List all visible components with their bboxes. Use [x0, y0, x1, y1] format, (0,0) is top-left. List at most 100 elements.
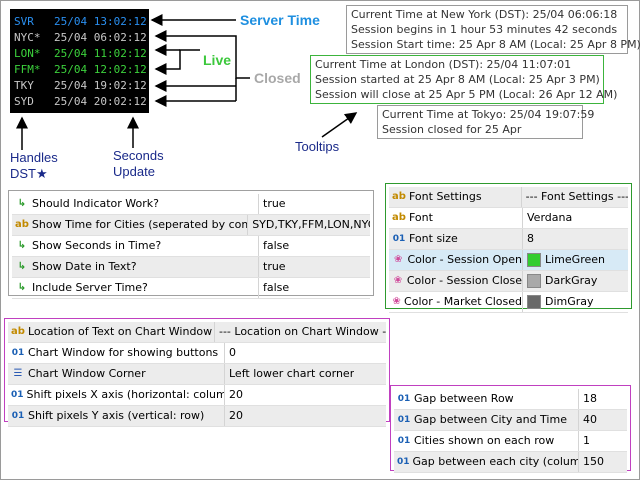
- color-swatch: [527, 274, 541, 288]
- numeric-01-icon: 01: [11, 390, 24, 400]
- setting-label: Cities shown on each row: [414, 434, 555, 447]
- settings-row[interactable]: 01 Gap between each city (column) 150: [394, 452, 627, 473]
- settings-row[interactable]: ↳ Show Date in Text? true: [12, 257, 370, 278]
- setting-name-cell: 01 Gap between Row: [394, 389, 579, 409]
- text-ab-icon: ab: [15, 219, 29, 230]
- settings-row[interactable]: 01 Chart Window for showing buttons 0: [8, 343, 386, 364]
- settings-table-font: ab Font Settings --- Font Settings --- ab Fo…: [385, 183, 632, 313]
- settings-row[interactable]: ❀ Color - Market Closed DimGray: [389, 292, 628, 313]
- settings-row[interactable]: 01 Gap between Row 18: [394, 389, 627, 410]
- setting-value-cell[interactable]: 8: [523, 229, 534, 249]
- setting-value-cell[interactable]: 150: [579, 452, 604, 472]
- numeric-01-icon: 01: [397, 457, 410, 467]
- settings-row[interactable]: ❀ Color - Session Open LimeGreen: [389, 250, 628, 271]
- setting-value-cell[interactable]: LimeGreen: [523, 250, 605, 270]
- settings-row[interactable]: ↳ Show Seconds in Time? false: [12, 236, 370, 257]
- numeric-01-icon: 01: [397, 394, 411, 404]
- setting-label: Color - Session Open: [407, 253, 522, 266]
- setting-value-cell[interactable]: 0: [225, 343, 236, 363]
- setting-value-cell[interactable]: false: [259, 236, 289, 256]
- setting-label: Chart Window for showing buttons: [28, 346, 219, 359]
- setting-value: Left lower chart corner: [229, 367, 355, 380]
- setting-label: Should Indicator Work?: [32, 197, 159, 210]
- numeric-01-icon: 01: [11, 348, 25, 358]
- setting-value: 0: [229, 346, 236, 359]
- setting-value: 8: [527, 232, 534, 245]
- setting-value: SYD,TKY,FFM,LON,NYC: [252, 218, 370, 231]
- text-ab-icon: ab: [392, 212, 406, 223]
- setting-value: --- Location on Chart Window ---: [218, 325, 386, 338]
- server-time-label: Server Time: [240, 12, 320, 28]
- tooltip-line: Session started at 25 Apr 8 AM (Local: 2…: [315, 73, 600, 86]
- setting-value: LimeGreen: [545, 253, 605, 266]
- handles-text: Handles: [10, 150, 58, 165]
- setting-value-cell[interactable]: 20: [225, 406, 243, 426]
- setting-value: false: [263, 281, 290, 294]
- setting-value: 1: [583, 434, 590, 447]
- text-ab-icon: ab: [11, 326, 25, 337]
- setting-label: Gap between City and Time: [414, 413, 567, 426]
- setting-label: Font: [409, 211, 433, 224]
- setting-value-cell[interactable]: 1: [579, 431, 590, 451]
- settings-row[interactable]: ab Location of Text on Chart Window --- Lo…: [8, 322, 386, 343]
- setting-name-cell: ↳ Include Server Time?: [12, 278, 259, 298]
- setting-label: Gap between each city (column): [412, 455, 579, 468]
- setting-value-cell[interactable]: SYD,TKY,FFM,LON,NYC: [248, 215, 370, 235]
- setting-value-cell[interactable]: true: [259, 257, 286, 277]
- settings-row[interactable]: 01 Shift pixels X axis (horizontal: colum…: [8, 385, 386, 406]
- boolean-arrow-icon: ↳: [17, 261, 27, 272]
- setting-name-cell: 01 Gap between City and Time: [394, 410, 579, 430]
- setting-value-cell[interactable]: Verdana: [523, 208, 572, 228]
- setting-value-cell[interactable]: DarkGray: [523, 271, 597, 291]
- setting-value: false: [263, 239, 290, 252]
- setting-value: 150: [583, 455, 604, 468]
- settings-row[interactable]: ❀ Color - Session Close DarkGray: [389, 271, 628, 292]
- boolean-arrow-icon: ↳: [17, 198, 27, 209]
- settings-row[interactable]: ab Font Settings --- Font Settings ---: [389, 187, 628, 208]
- setting-value: 40: [583, 413, 597, 426]
- setting-label: Show Date in Text?: [32, 260, 137, 273]
- settings-row[interactable]: ↳ Should Indicator Work? true: [12, 194, 370, 215]
- setting-value-cell[interactable]: 18: [579, 389, 597, 409]
- setting-label: Show Time for Cities (seperated by comma…: [31, 218, 247, 231]
- numeric-01-icon: 01: [392, 234, 406, 244]
- boolean-arrow-icon: ↳: [17, 282, 27, 293]
- setting-name-cell: ❀ Color - Market Closed: [389, 292, 523, 312]
- setting-label: Color - Market Closed: [404, 295, 522, 308]
- tooltip-line: Session begins in 1 hour 53 minutes 42 s…: [351, 23, 618, 36]
- setting-value: true: [263, 197, 286, 210]
- tooltip-tokyo: Current Time at Tokyo: 25/04 19:07:59 Ses…: [377, 105, 594, 139]
- setting-value: DarkGray: [545, 274, 598, 287]
- setting-value-cell[interactable]: true: [259, 194, 286, 214]
- setting-value: true: [263, 260, 286, 273]
- settings-row[interactable]: 01 Font size 8: [389, 229, 628, 250]
- setting-label: Show Seconds in Time?: [32, 239, 162, 252]
- setting-label: Font size: [409, 232, 458, 245]
- setting-value-cell[interactable]: --- Font Settings ---: [522, 187, 628, 207]
- settings-row[interactable]: 01 Shift pixels Y axis (vertical: row) 20: [8, 406, 386, 427]
- setting-name-cell: ab Font Settings: [389, 187, 522, 207]
- setting-label: Chart Window Corner: [28, 367, 146, 380]
- settings-row[interactable]: 01 Gap between City and Time 40: [394, 410, 627, 431]
- settings-row[interactable]: ↳ Include Server Time? false: [12, 278, 370, 299]
- setting-value-cell[interactable]: --- Location on Chart Window ---: [215, 322, 386, 342]
- settings-row[interactable]: ab Font Verdana: [389, 208, 628, 229]
- setting-name-cell: ab Font: [389, 208, 523, 228]
- setting-value-cell[interactable]: 20: [225, 385, 243, 405]
- tooltip-line: Current Time at London (DST): 25/04 11:0…: [315, 58, 572, 71]
- settings-row[interactable]: abShow Time for Cities (seperated by com…: [12, 215, 370, 236]
- settings-row[interactable]: ☰ Chart Window Corner Left lower chart cor…: [8, 364, 386, 385]
- setting-name-cell: 01 Chart Window for showing buttons: [8, 343, 225, 363]
- setting-value: 18: [583, 392, 597, 405]
- setting-name-cell: 01 Font size: [389, 229, 523, 249]
- setting-value-cell[interactable]: Left lower chart corner: [225, 364, 354, 384]
- setting-value-cell[interactable]: DimGray: [523, 292, 594, 312]
- setting-value-cell[interactable]: 40: [579, 410, 597, 430]
- settings-row[interactable]: 01 Cities shown on each row 1: [394, 431, 627, 452]
- settings-table-gap: 01 Gap between Row 18 01 Gap between City an…: [390, 385, 631, 473]
- setting-value: DimGray: [545, 295, 594, 308]
- seconds-update-label: Seconds Update: [113, 148, 164, 180]
- setting-value-cell[interactable]: false: [259, 278, 289, 298]
- numeric-01-icon: 01: [11, 411, 25, 421]
- update-text: Update: [113, 164, 155, 179]
